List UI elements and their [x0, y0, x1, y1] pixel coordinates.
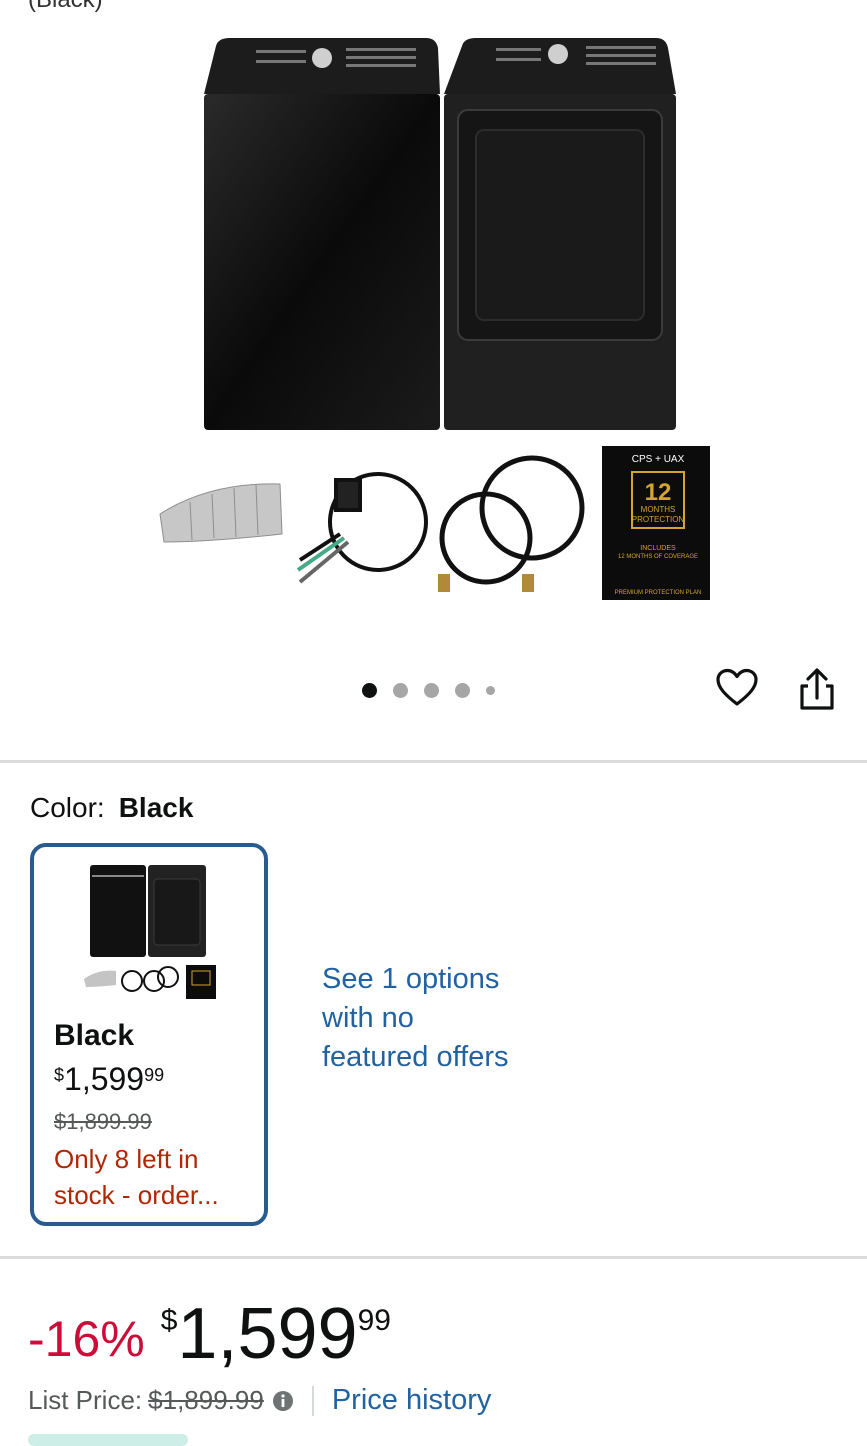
svg-text:PREMIUM PROTECTION PLAN: PREMIUM PROTECTION PLAN: [615, 590, 702, 596]
svg-text:12 MONTHS OF COVERAGE: 12 MONTHS OF COVERAGE: [618, 554, 698, 560]
share-icon: [800, 668, 834, 710]
carousel-dot-1[interactable]: [362, 683, 377, 698]
info-icon[interactable]: [272, 1390, 294, 1412]
color-label-text: Color:: [30, 792, 105, 823]
current-price: $1,599 99: [160, 1294, 391, 1374]
product-main-image[interactable]: [196, 34, 684, 434]
list-price-row: List Price: $1,899.99 Price history: [28, 1384, 491, 1417]
list-price-label: List Price:: [28, 1385, 143, 1415]
svg-text:MONTHS: MONTHS: [641, 505, 676, 514]
protection-plan-box: CPS + UAX 12 MONTHS PROTECTION INCLUDES …: [602, 446, 710, 600]
price-block: -16% $1,599 99: [28, 1296, 391, 1372]
swatch-stock-message: Only 8 left in stock - order...: [54, 1144, 219, 1210]
section-divider: [0, 760, 867, 763]
product-accessories-image: CPS + UAX 12 MONTHS PROTECTION INCLUDES …: [159, 446, 710, 600]
image-carousel-indicator[interactable]: [362, 683, 495, 698]
carousel-dot-2[interactable]: [393, 683, 408, 698]
price-history-link[interactable]: Price history: [332, 1384, 492, 1417]
dryer-power-cord: [296, 472, 428, 584]
deal-badge-partial: [28, 1434, 188, 1446]
color-swatch-black[interactable]: Black $1,59999 $1,899.99 Only 8 left in …: [30, 843, 268, 1226]
color-label: Color: Black: [30, 792, 193, 824]
swatch-name: Black: [54, 1019, 135, 1052]
swatch-price: $1,59999: [54, 1061, 165, 1097]
dryer-vent-duct: [159, 483, 283, 543]
add-to-list-button[interactable]: [714, 666, 760, 712]
svg-text:PROTECTION: PROTECTION: [632, 515, 685, 524]
section-divider-2: [0, 1256, 867, 1259]
see-options-link[interactable]: See 1 options with no featured offers: [322, 960, 522, 1077]
swatch-thumbnail: [84, 865, 216, 999]
selected-color-value: Black: [118, 792, 194, 823]
swatch-list-price: $1,899.99: [54, 1109, 152, 1134]
svg-text:CPS + UAX: CPS + UAX: [632, 454, 685, 465]
discount-percent: -16%: [28, 1311, 145, 1367]
share-button[interactable]: [794, 666, 840, 712]
product-title-fragment: (Black): [28, 0, 103, 14]
washer-water-hoses: [438, 455, 585, 592]
carousel-dot-4[interactable]: [455, 683, 470, 698]
svg-text:INCLUDES: INCLUDES: [640, 545, 676, 552]
carousel-dot-5[interactable]: [486, 686, 495, 695]
separator: [311, 1385, 314, 1416]
list-price-value: $1,899.99: [148, 1385, 264, 1415]
carousel-dot-3[interactable]: [424, 683, 439, 698]
svg-text:12: 12: [645, 479, 672, 506]
heart-icon: [716, 668, 758, 706]
